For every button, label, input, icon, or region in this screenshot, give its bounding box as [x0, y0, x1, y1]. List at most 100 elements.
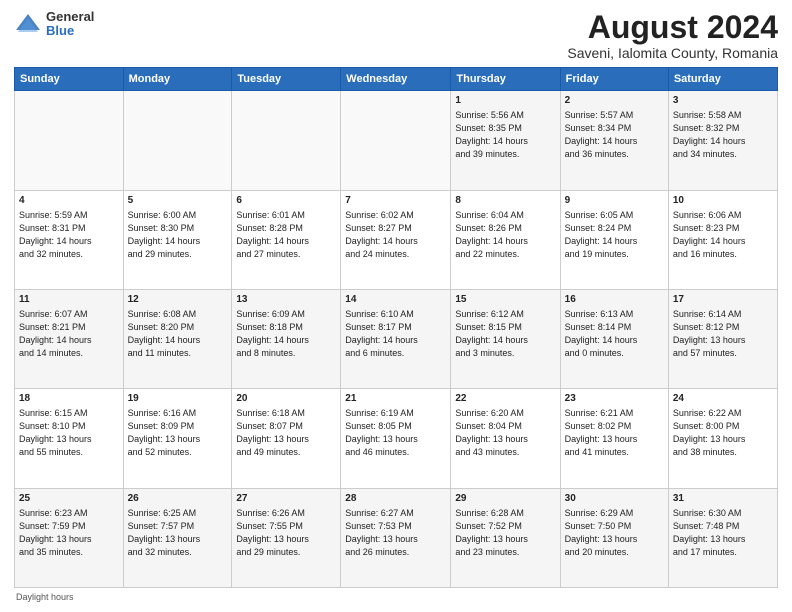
calendar-cell: 27Sunrise: 6:26 AM Sunset: 7:55 PM Dayli… [232, 488, 341, 587]
calendar-cell: 8Sunrise: 6:04 AM Sunset: 8:26 PM Daylig… [451, 190, 560, 289]
day-info: Sunrise: 6:22 AM Sunset: 8:00 PM Dayligh… [673, 407, 773, 459]
location: Saveni, Ialomita County, Romania [567, 45, 778, 61]
calendar-cell: 17Sunrise: 6:14 AM Sunset: 8:12 PM Dayli… [668, 289, 777, 388]
calendar-cell: 5Sunrise: 6:00 AM Sunset: 8:30 PM Daylig… [123, 190, 232, 289]
calendar-week-3: 18Sunrise: 6:15 AM Sunset: 8:10 PM Dayli… [15, 389, 778, 488]
calendar-cell: 19Sunrise: 6:16 AM Sunset: 8:09 PM Dayli… [123, 389, 232, 488]
header: General Blue August 2024 Saveni, Ialomit… [14, 10, 778, 61]
calendar-cell: 10Sunrise: 6:06 AM Sunset: 8:23 PM Dayli… [668, 190, 777, 289]
day-number: 8 [455, 194, 555, 208]
logo-general: General [46, 10, 94, 24]
col-friday: Friday [560, 68, 668, 91]
calendar-cell: 15Sunrise: 6:12 AM Sunset: 8:15 PM Dayli… [451, 289, 560, 388]
day-number: 19 [128, 392, 228, 406]
day-number: 10 [673, 194, 773, 208]
calendar-cell: 18Sunrise: 6:15 AM Sunset: 8:10 PM Dayli… [15, 389, 124, 488]
day-number: 23 [565, 392, 664, 406]
calendar-cell: 12Sunrise: 6:08 AM Sunset: 8:20 PM Dayli… [123, 289, 232, 388]
day-info: Sunrise: 5:57 AM Sunset: 8:34 PM Dayligh… [565, 109, 664, 161]
calendar-cell: 2Sunrise: 5:57 AM Sunset: 8:34 PM Daylig… [560, 91, 668, 190]
day-info: Sunrise: 6:12 AM Sunset: 8:15 PM Dayligh… [455, 308, 555, 360]
day-number: 30 [565, 492, 664, 506]
day-info: Sunrise: 6:27 AM Sunset: 7:53 PM Dayligh… [345, 507, 446, 559]
calendar-cell: 1Sunrise: 5:56 AM Sunset: 8:35 PM Daylig… [451, 91, 560, 190]
day-number: 11 [19, 293, 119, 307]
day-info: Sunrise: 6:08 AM Sunset: 8:20 PM Dayligh… [128, 308, 228, 360]
day-info: Sunrise: 6:29 AM Sunset: 7:50 PM Dayligh… [565, 507, 664, 559]
page: General Blue August 2024 Saveni, Ialomit… [0, 0, 792, 612]
day-number: 28 [345, 492, 446, 506]
day-number: 14 [345, 293, 446, 307]
col-thursday: Thursday [451, 68, 560, 91]
day-info: Sunrise: 6:28 AM Sunset: 7:52 PM Dayligh… [455, 507, 555, 559]
calendar-table: Sunday Monday Tuesday Wednesday Thursday… [14, 67, 778, 588]
day-info: Sunrise: 6:00 AM Sunset: 8:30 PM Dayligh… [128, 209, 228, 261]
calendar-cell: 20Sunrise: 6:18 AM Sunset: 8:07 PM Dayli… [232, 389, 341, 488]
calendar-week-2: 11Sunrise: 6:07 AM Sunset: 8:21 PM Dayli… [15, 289, 778, 388]
day-number: 18 [19, 392, 119, 406]
calendar-cell [341, 91, 451, 190]
day-number: 9 [565, 194, 664, 208]
calendar-week-4: 25Sunrise: 6:23 AM Sunset: 7:59 PM Dayli… [15, 488, 778, 587]
day-number: 13 [236, 293, 336, 307]
day-info: Sunrise: 6:25 AM Sunset: 7:57 PM Dayligh… [128, 507, 228, 559]
month-year: August 2024 [567, 10, 778, 45]
col-sunday: Sunday [15, 68, 124, 91]
day-number: 17 [673, 293, 773, 307]
calendar-cell: 29Sunrise: 6:28 AM Sunset: 7:52 PM Dayli… [451, 488, 560, 587]
day-info: Sunrise: 6:19 AM Sunset: 8:05 PM Dayligh… [345, 407, 446, 459]
day-number: 4 [19, 194, 119, 208]
day-info: Sunrise: 6:09 AM Sunset: 8:18 PM Dayligh… [236, 308, 336, 360]
day-info: Sunrise: 6:16 AM Sunset: 8:09 PM Dayligh… [128, 407, 228, 459]
day-number: 31 [673, 492, 773, 506]
day-number: 29 [455, 492, 555, 506]
calendar-cell: 26Sunrise: 6:25 AM Sunset: 7:57 PM Dayli… [123, 488, 232, 587]
day-number: 20 [236, 392, 336, 406]
day-number: 21 [345, 392, 446, 406]
col-tuesday: Tuesday [232, 68, 341, 91]
title-block: August 2024 Saveni, Ialomita County, Rom… [567, 10, 778, 61]
logo-icon [14, 10, 42, 38]
day-number: 25 [19, 492, 119, 506]
calendar-cell: 23Sunrise: 6:21 AM Sunset: 8:02 PM Dayli… [560, 389, 668, 488]
day-info: Sunrise: 6:10 AM Sunset: 8:17 PM Dayligh… [345, 308, 446, 360]
day-info: Sunrise: 6:05 AM Sunset: 8:24 PM Dayligh… [565, 209, 664, 261]
day-info: Sunrise: 6:15 AM Sunset: 8:10 PM Dayligh… [19, 407, 119, 459]
day-number: 6 [236, 194, 336, 208]
day-info: Sunrise: 6:18 AM Sunset: 8:07 PM Dayligh… [236, 407, 336, 459]
calendar-cell [15, 91, 124, 190]
day-number: 1 [455, 94, 555, 108]
calendar-cell: 21Sunrise: 6:19 AM Sunset: 8:05 PM Dayli… [341, 389, 451, 488]
calendar-cell [232, 91, 341, 190]
calendar-cell: 25Sunrise: 6:23 AM Sunset: 7:59 PM Dayli… [15, 488, 124, 587]
logo-text: General Blue [46, 10, 94, 39]
day-number: 15 [455, 293, 555, 307]
col-saturday: Saturday [668, 68, 777, 91]
calendar-cell: 4Sunrise: 5:59 AM Sunset: 8:31 PM Daylig… [15, 190, 124, 289]
day-info: Sunrise: 6:23 AM Sunset: 7:59 PM Dayligh… [19, 507, 119, 559]
day-number: 3 [673, 94, 773, 108]
calendar-cell: 24Sunrise: 6:22 AM Sunset: 8:00 PM Dayli… [668, 389, 777, 488]
day-number: 26 [128, 492, 228, 506]
day-number: 12 [128, 293, 228, 307]
day-info: Sunrise: 6:26 AM Sunset: 7:55 PM Dayligh… [236, 507, 336, 559]
footer-note: Daylight hours [14, 592, 778, 602]
calendar-cell: 13Sunrise: 6:09 AM Sunset: 8:18 PM Dayli… [232, 289, 341, 388]
day-info: Sunrise: 6:30 AM Sunset: 7:48 PM Dayligh… [673, 507, 773, 559]
day-info: Sunrise: 6:04 AM Sunset: 8:26 PM Dayligh… [455, 209, 555, 261]
day-info: Sunrise: 6:06 AM Sunset: 8:23 PM Dayligh… [673, 209, 773, 261]
day-info: Sunrise: 5:59 AM Sunset: 8:31 PM Dayligh… [19, 209, 119, 261]
day-info: Sunrise: 6:14 AM Sunset: 8:12 PM Dayligh… [673, 308, 773, 360]
day-number: 27 [236, 492, 336, 506]
calendar-cell: 22Sunrise: 6:20 AM Sunset: 8:04 PM Dayli… [451, 389, 560, 488]
day-info: Sunrise: 6:01 AM Sunset: 8:28 PM Dayligh… [236, 209, 336, 261]
calendar-cell: 6Sunrise: 6:01 AM Sunset: 8:28 PM Daylig… [232, 190, 341, 289]
calendar-cell: 16Sunrise: 6:13 AM Sunset: 8:14 PM Dayli… [560, 289, 668, 388]
day-number: 7 [345, 194, 446, 208]
calendar-header-row: Sunday Monday Tuesday Wednesday Thursday… [15, 68, 778, 91]
day-info: Sunrise: 5:56 AM Sunset: 8:35 PM Dayligh… [455, 109, 555, 161]
day-number: 2 [565, 94, 664, 108]
logo-blue: Blue [46, 24, 94, 38]
day-number: 5 [128, 194, 228, 208]
day-info: Sunrise: 6:13 AM Sunset: 8:14 PM Dayligh… [565, 308, 664, 360]
